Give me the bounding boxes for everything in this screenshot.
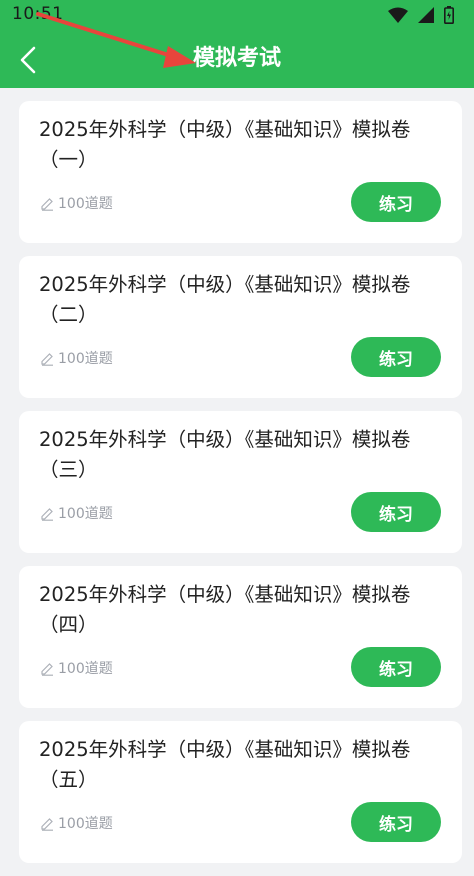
app-header: 10:51 模拟考试 [0, 0, 474, 88]
exam-title: 2025年外科学（中级）《基础知识》模拟卷（二） [39, 273, 411, 326]
question-count: 100道题 [40, 348, 113, 368]
practice-button[interactable]: 练习 [351, 182, 441, 222]
exam-card: 2025年外科学（中级）《基础知识》模拟卷（五） 100道题 练习 [19, 721, 462, 863]
question-count: 100道题 [40, 193, 113, 213]
exam-title: 2025年外科学（中级）《基础知识》模拟卷（三） [39, 428, 411, 481]
exam-title: 2025年外科学（中级）《基础知识》模拟卷（五） [39, 738, 411, 791]
exam-card: 2025年外科学（中级）《基础知识》模拟卷（三） 100道题 练习 [19, 411, 462, 553]
edit-icon [41, 817, 53, 831]
status-bar: 10:51 [0, 0, 474, 30]
status-time: 10:51 [12, 4, 64, 24]
practice-button[interactable]: 练习 [351, 337, 441, 377]
signal-icon [418, 7, 434, 23]
edit-icon [41, 507, 53, 521]
status-icons [388, 6, 454, 24]
question-count: 100道题 [40, 658, 113, 678]
exam-list: 2025年外科学（中级）《基础知识》模拟卷（一） 100道题 练习 2025年外… [19, 101, 462, 876]
question-count-label: 100道题 [58, 196, 113, 212]
edit-icon [41, 662, 53, 676]
exam-card: 2025年外科学（中级）《基础知识》模拟卷（一） 100道题 练习 [19, 101, 462, 243]
practice-button[interactable]: 练习 [351, 647, 441, 687]
question-count-label: 100道题 [58, 661, 113, 677]
practice-button[interactable]: 练习 [351, 802, 441, 842]
edit-icon [41, 197, 53, 211]
question-count-label: 100道题 [58, 351, 113, 367]
exam-card: 2025年外科学（中级）《基础知识》模拟卷（二） 100道题 练习 [19, 256, 462, 398]
exam-card: 2025年外科学（中级）《基础知识》模拟卷（四） 100道题 练习 [19, 566, 462, 708]
edit-icon [41, 352, 53, 366]
question-count-label: 100道题 [58, 816, 113, 832]
wifi-icon [388, 7, 408, 23]
question-count: 100道题 [40, 503, 113, 523]
question-count-label: 100道题 [58, 506, 113, 522]
exam-title: 2025年外科学（中级）《基础知识》模拟卷（四） [39, 583, 411, 636]
exam-title: 2025年外科学（中级）《基础知识》模拟卷（一） [39, 118, 411, 171]
practice-button[interactable]: 练习 [351, 492, 441, 532]
battery-icon [444, 6, 454, 24]
page-title: 模拟考试 [192, 46, 281, 71]
question-count: 100道题 [40, 813, 113, 833]
